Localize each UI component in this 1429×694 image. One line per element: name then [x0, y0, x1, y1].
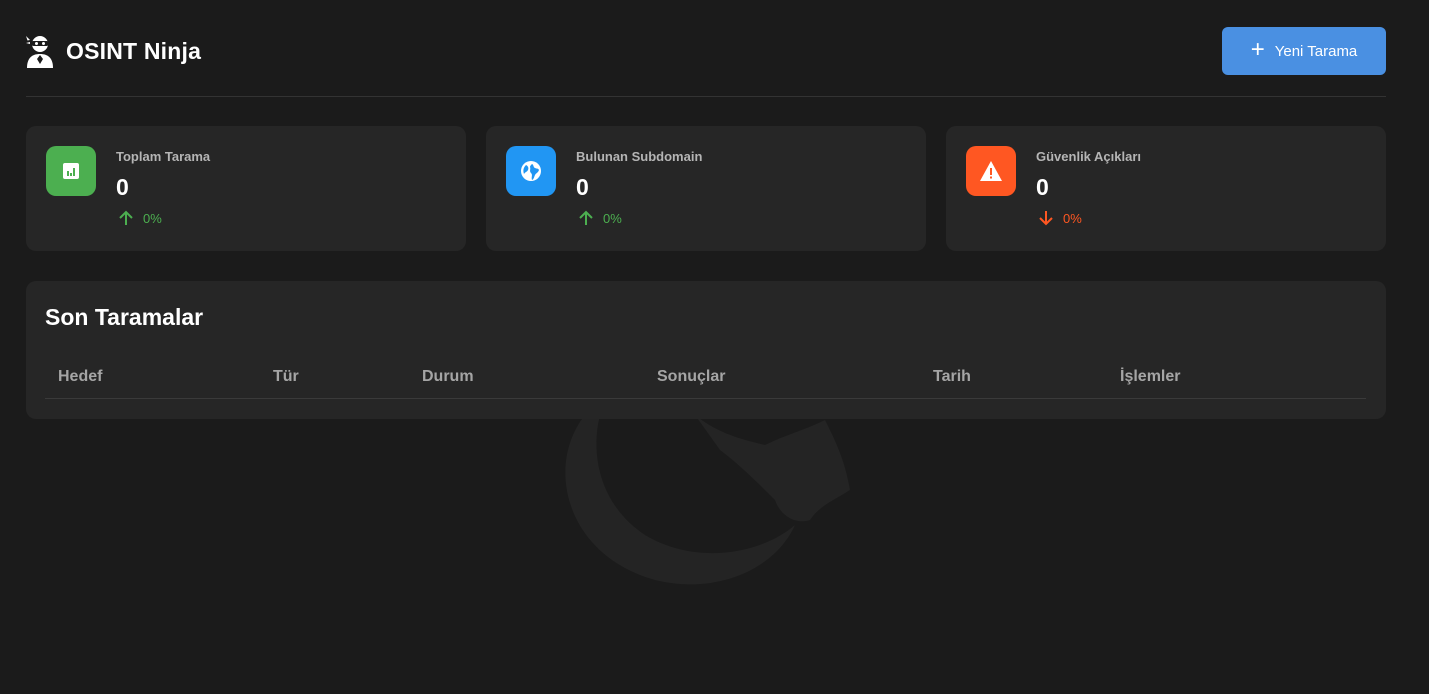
column-header-results: Sonuçlar: [657, 368, 726, 385]
stat-change-value: 0%: [143, 210, 162, 226]
stat-label: Güvenlik Açıkları: [1036, 149, 1142, 164]
stat-card-subdomains: Bulunan Subdomain 0 0%: [486, 126, 926, 251]
stat-change: 0%: [118, 210, 162, 226]
stat-label: Toplam Tarama: [116, 149, 211, 164]
warning-icon: [980, 161, 1002, 181]
ninja-watermark: [565, 415, 850, 585]
stat-icon-box: [46, 146, 96, 196]
app-header: OSINT Ninja + Yeni Tarama: [26, 26, 1386, 97]
new-scan-button[interactable]: + Yeni Tarama: [1222, 27, 1386, 75]
stat-value: 0: [116, 174, 129, 200]
table-header: Hedef Tür Durum Sonuçlar Tarih İşlemler: [45, 359, 1366, 399]
stat-label: Bulunan Subdomain: [576, 149, 703, 164]
app-title: OSINT Ninja: [66, 37, 202, 64]
globe-icon: [521, 161, 541, 181]
stats-row: Toplam Tarama 0 0% Bulunan Subdomain 0 0…: [26, 126, 1386, 251]
recent-scans-panel: Son Taramalar Hedef Tür Durum Sonuçlar T…: [26, 281, 1386, 419]
column-header-target: Hedef: [58, 368, 103, 385]
stat-value: 0: [1036, 174, 1049, 200]
column-header-actions: İşlemler: [1120, 368, 1181, 385]
chart-icon: [63, 163, 79, 179]
brand: OSINT Ninja: [26, 34, 201, 68]
recent-scans-title: Son Taramalar: [45, 304, 204, 330]
stat-icon-box: [506, 146, 556, 196]
arrow-up-icon: [119, 210, 133, 225]
column-header-date: Tarih: [933, 368, 971, 385]
stat-change-value: 0%: [603, 210, 622, 226]
arrow-down-icon: [1039, 211, 1053, 226]
column-header-type: Tür: [273, 368, 299, 385]
stat-card-total-scans: Toplam Tarama 0 0%: [26, 126, 466, 251]
stat-card-vulnerabilities: Güvenlik Açıkları 0 0%: [946, 126, 1386, 251]
stat-change-value: 0%: [1063, 210, 1082, 226]
stat-value: 0: [576, 174, 589, 200]
ninja-icon: [26, 36, 53, 68]
plus-icon: +: [1250, 35, 1265, 63]
stat-change: 0%: [1038, 210, 1082, 226]
stat-change: 0%: [578, 210, 622, 226]
stat-icon-box: [966, 146, 1016, 196]
arrow-up-icon: [579, 210, 593, 225]
column-header-status: Durum: [422, 368, 474, 385]
new-scan-label: Yeni Tarama: [1274, 42, 1358, 60]
